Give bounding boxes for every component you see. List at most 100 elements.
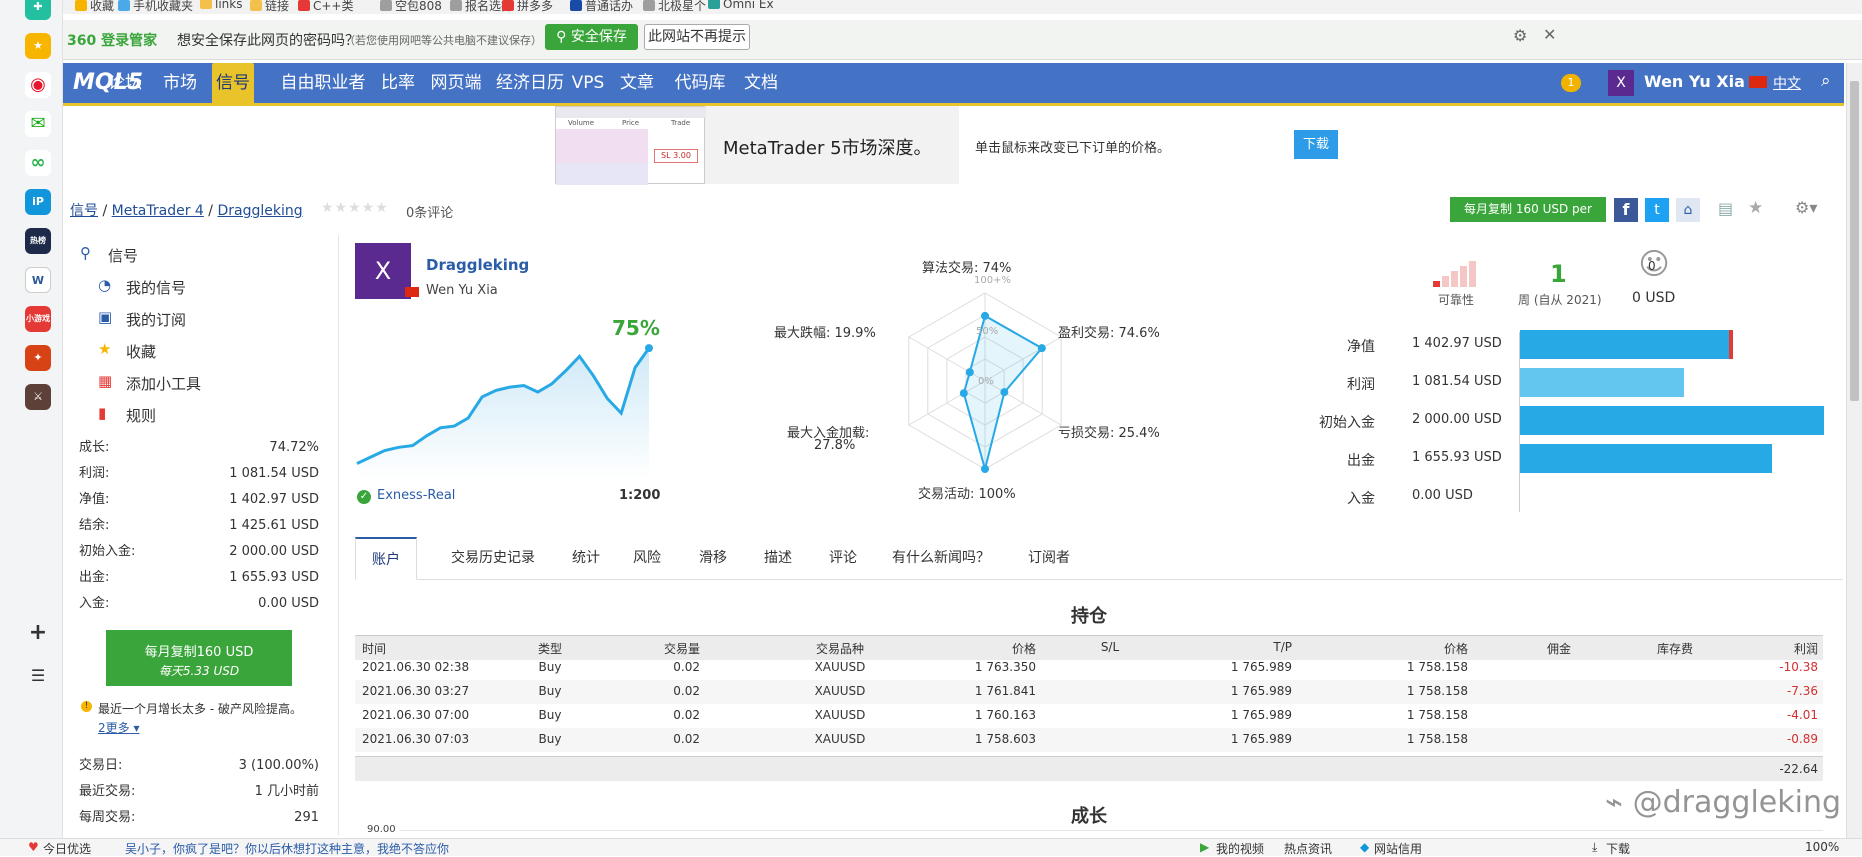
bookmark-item[interactable]: 收藏 [75, 0, 114, 14]
facebook-icon[interactable]: f [1614, 198, 1638, 222]
game-app-icon[interactable]: 小游戏 [25, 306, 51, 332]
tab-3[interactable]: 风险 [626, 537, 668, 580]
bookmark-item[interactable]: 空包808 [380, 0, 442, 14]
my-videos[interactable]: 我的视频 [1216, 840, 1264, 857]
download-icon: ⤓ [1592, 840, 1598, 854]
nav-item[interactable]: 信号 [212, 63, 254, 103]
rating-stars-icon[interactable]: ★★★★★ [321, 200, 389, 216]
nav-item[interactable]: 自由职业者 [276, 63, 370, 103]
tab-0[interactable]: 账户 [355, 537, 417, 580]
app-icon-1[interactable]: ✚ [25, 0, 51, 20]
nav-item[interactable]: 代码库 [670, 63, 730, 103]
tab-6[interactable]: 评论 [822, 537, 864, 580]
shield-icon: ◆ [1360, 840, 1370, 854]
close-icon[interactable]: ✕ [1543, 25, 1556, 44]
nav-item[interactable]: 文章 [616, 63, 658, 103]
today-picks[interactable]: 今日优选 [43, 840, 91, 857]
sidebar-menu-item[interactable]: 我的信号 [126, 277, 186, 298]
nav-item[interactable]: 网页端 [426, 63, 486, 103]
sidebar-menu-item[interactable]: 收藏 [126, 341, 156, 362]
ad-banner[interactable]: Volume Price Trade SL 3.00 MetaTrader 5市… [555, 106, 959, 185]
tab-4[interactable]: 滑移 [690, 537, 736, 580]
table-cell: 0.02 [673, 708, 700, 722]
favorite-star-icon[interactable]: ★ [1748, 198, 1763, 218]
tab-8[interactable]: 订阅者 [1025, 537, 1073, 580]
tab-2[interactable]: 统计 [560, 537, 612, 580]
camera-watermark-icon: ⌁ [1605, 785, 1633, 820]
ad-download-button[interactable]: 下载 [1294, 130, 1338, 159]
nav-item[interactable]: 比率 [378, 63, 418, 103]
sidebar-menu-item[interactable]: 我的订阅 [126, 309, 186, 330]
game2-app-icon[interactable]: ✦ [25, 345, 51, 371]
scrollbar-thumb[interactable] [1850, 81, 1859, 401]
nav-item[interactable]: 文档 [740, 63, 782, 103]
radar-point [959, 389, 968, 398]
review-count[interactable]: 0条评论 [406, 202, 453, 221]
growth-gridline [400, 830, 1823, 831]
star-app-icon[interactable]: ★ [25, 33, 51, 59]
site-credit[interactable]: 网站信用 [1374, 840, 1422, 857]
signal-name[interactable]: Draggleking [426, 256, 529, 274]
word-app-icon[interactable]: W [25, 267, 51, 293]
nav-item[interactable]: 经济日历 [496, 63, 564, 103]
secure-save-button[interactable]: ⚲ 安全保存 [545, 24, 638, 50]
search-icon[interactable]: ⌕ [1821, 71, 1831, 91]
downloads[interactable]: 下载 [1606, 840, 1630, 857]
weibo-icon[interactable]: ◉ [25, 72, 51, 98]
user-avatar[interactable]: X [1608, 70, 1634, 96]
news-ticker[interactable]: 吴小子，你疯了是吧？你以后休想打这种主意，我绝不答应你 [125, 840, 449, 857]
balance-bar [1520, 368, 1684, 397]
ip-app-icon[interactable]: iP [25, 189, 51, 215]
twitter-icon[interactable]: t [1645, 198, 1669, 222]
mail-icon[interactable]: ✉ [25, 111, 51, 137]
menu-icon[interactable]: ☰ [25, 663, 51, 689]
subscribe-top-button[interactable]: 每月复制 160 USD per [1450, 197, 1606, 222]
link-app-icon[interactable]: ∞ [25, 150, 51, 176]
bookmark-label: Omni Ex [723, 0, 774, 11]
bookmark-item[interactable]: 拼多多 [502, 0, 553, 14]
nav-item[interactable]: 论坛 [105, 63, 145, 103]
breadcrumb-signals[interactable]: 信号 [70, 203, 98, 219]
tab-7[interactable]: 有什么新闻吗？ [890, 537, 992, 580]
stat-row: 每周交易: 291 [79, 805, 319, 831]
bookmark-item[interactable]: 链接 [250, 0, 289, 14]
bookmark-item[interactable]: Omni Ex [708, 0, 774, 11]
news-app-icon[interactable]: 热榜 [25, 228, 51, 254]
nav-item[interactable]: VPS [568, 63, 608, 103]
signal-owner[interactable]: Wen Yu Xia [426, 283, 498, 298]
breadcrumb-signal-name[interactable]: Draggleking [217, 203, 302, 219]
table-cell: 1 758.158 [1406, 708, 1468, 722]
tab-1[interactable]: 交易历史记录 [438, 537, 548, 580]
book-icon[interactable]: ▤ [1718, 199, 1733, 218]
education-icon[interactable]: ⌂ [1676, 198, 1700, 222]
bookmark-item[interactable]: 手机收藏夹 [118, 0, 193, 14]
bookmark-item[interactable]: C++类 [298, 0, 354, 14]
stat-row: 结余: 1 425.61 USD [79, 513, 319, 539]
hot-news[interactable]: 热点资讯 [1284, 840, 1332, 857]
breadcrumb-mt4[interactable]: MetaTrader 4 [112, 203, 204, 219]
game3-app-icon[interactable]: ⚔ [25, 384, 51, 410]
broker-name[interactable]: Exness-Real [377, 488, 455, 503]
sidebar-menu-item[interactable]: 信号 [108, 245, 138, 266]
never-prompt-button[interactable]: 此网站不再提示 [644, 24, 750, 50]
gear-icon[interactable]: ⚙ [1513, 26, 1527, 45]
signal-avatar[interactable]: X [355, 243, 411, 299]
settings-gear-icon[interactable]: ⚙▾ [1795, 198, 1817, 217]
user-name[interactable]: Wen Yu Xia [1644, 72, 1745, 91]
language-link[interactable]: 中文 [1773, 73, 1801, 93]
tab-5[interactable]: 描述 [755, 537, 801, 580]
subscribers-count: 0 [1648, 259, 1656, 273]
nav-item[interactable]: 市场 [160, 63, 200, 103]
bookmark-item[interactable]: 普通话办 [570, 0, 633, 14]
bookmark-item[interactable]: links [200, 0, 242, 11]
sidebar-menu-item[interactable]: 添加小工具 [126, 373, 201, 394]
add-app-icon[interactable]: + [25, 620, 51, 646]
more-warnings-link[interactable]: 2更多 ▾ [98, 719, 139, 736]
copy-signal-button[interactable]: 每月复制160 USD 每天5.33 USD [106, 630, 292, 686]
stat-value: 1 081.54 USD [229, 466, 319, 481]
zoom-level[interactable]: 100% [1805, 840, 1839, 854]
notification-badge[interactable]: 1 [1561, 74, 1581, 92]
page-scrollbar[interactable] [1846, 63, 1862, 838]
sidebar-menu-item[interactable]: 规则 [126, 405, 156, 426]
bookmark-item[interactable]: 北极星个 [643, 0, 706, 14]
